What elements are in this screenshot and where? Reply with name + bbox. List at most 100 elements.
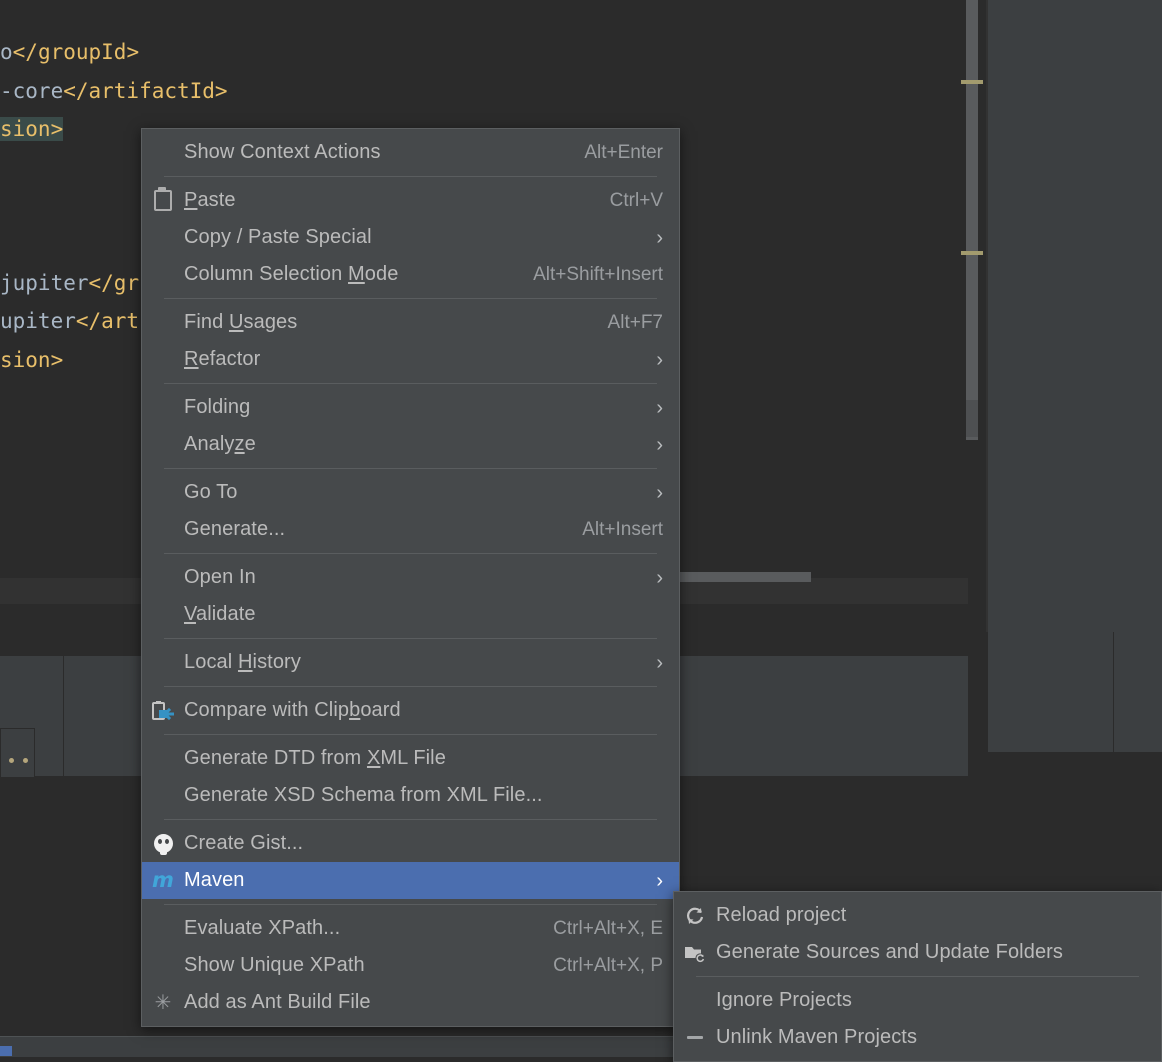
stripe-marker[interactable] xyxy=(961,251,983,255)
menu-separator xyxy=(164,638,657,639)
menu-separator xyxy=(164,734,657,735)
clipboard-icon xyxy=(142,182,184,219)
menu-item-shortcut: Alt+Shift+Insert xyxy=(533,263,663,285)
menu-item-compare-with-clipboard[interactable]: Compare with Clipboard xyxy=(142,692,679,729)
right-panel-row-2[interactable] xyxy=(988,692,1162,753)
menu-item-label: Unlink Maven Projects xyxy=(716,1026,918,1048)
menu-item-paste[interactable]: Paste Ctrl+V xyxy=(142,182,679,219)
code-line: sion> xyxy=(0,350,63,371)
menu-item-label: Go To xyxy=(184,481,238,503)
code-line: o</groupId> xyxy=(0,42,139,63)
menu-item-open-in[interactable]: Open In › xyxy=(142,559,679,596)
thumbnail-dot xyxy=(9,758,14,763)
no-icon xyxy=(142,426,184,463)
code-token: upiter xyxy=(0,309,76,333)
no-icon xyxy=(142,910,184,947)
menu-item-show-unique-xpath[interactable]: Show Unique XPath Ctrl+Alt+X, P xyxy=(142,947,679,984)
chevron-right-icon: › xyxy=(656,651,663,674)
menu-item-label: Show Context Actions xyxy=(184,141,381,163)
code-token: </art xyxy=(75,309,140,333)
menu-item-unlink-maven-projects[interactable]: Unlink Maven Projects xyxy=(674,1019,1161,1056)
thumbnail-dot xyxy=(23,758,28,763)
menu-item-label: Maven xyxy=(184,869,245,891)
chevron-right-icon: › xyxy=(656,869,663,892)
menu-item-label: Local History xyxy=(184,651,301,673)
menu-item-evaluate-xpath[interactable]: Evaluate XPath... Ctrl+Alt+X, E xyxy=(142,910,679,947)
right-tool-panel[interactable] xyxy=(988,0,1162,632)
panel-divider-vertical[interactable] xyxy=(986,0,988,632)
github-icon xyxy=(142,825,184,862)
menu-item-label: Copy / Paste Special xyxy=(184,226,372,248)
menu-item-go-to[interactable]: Go To › xyxy=(142,474,679,511)
editor-scrollbar-thumb-lower[interactable] xyxy=(966,400,978,437)
menu-item-local-history[interactable]: Local History › xyxy=(142,644,679,681)
no-icon xyxy=(142,219,184,256)
code-token: jupiter xyxy=(0,271,89,295)
menu-item-label: Paste xyxy=(184,189,236,211)
code-token: sion> xyxy=(0,117,64,141)
menu-item-label: Generate Sources and Update Folders xyxy=(716,941,1064,963)
menu-item-create-gist[interactable]: Create Gist... xyxy=(142,825,679,862)
code-token: </gr xyxy=(88,271,140,295)
column-separator xyxy=(63,656,64,776)
menu-item-analyze[interactable]: Analyze › xyxy=(142,426,679,463)
menu-item-folding[interactable]: Folding › xyxy=(142,389,679,426)
preview-thumbnail[interactable] xyxy=(0,728,35,778)
menu-item-validate[interactable]: Validate xyxy=(142,596,679,633)
menu-item-label: Create Gist... xyxy=(184,832,304,854)
menu-item-generate-sources-and-update-folders[interactable]: Generate Sources and Update Folders xyxy=(674,934,1161,971)
menu-item-label: Reload project xyxy=(716,904,847,926)
menu-item-find-usages[interactable]: Find Usages Alt+F7 xyxy=(142,304,679,341)
editor-scrollbar-thumb[interactable] xyxy=(966,0,978,440)
editor-context-menu[interactable]: Show Context Actions Alt+Enter Paste Ctrl+V… xyxy=(141,128,680,1027)
menu-item-show-context-actions[interactable]: Show Context Actions Alt+Enter xyxy=(142,134,679,171)
menu-item-maven[interactable]: m Maven › xyxy=(142,862,679,899)
compare-clipboard-icon xyxy=(142,692,184,729)
menu-item-column-selection-mode[interactable]: Column Selection Mode Alt+Shift+Insert xyxy=(142,256,679,293)
menu-item-generate-xsd-schema-from-xml-file[interactable]: Generate XSD Schema from XML File... xyxy=(142,777,679,814)
right-panel-row-1[interactable] xyxy=(988,632,1162,693)
no-icon xyxy=(142,947,184,984)
menu-item-shortcut: Alt+Enter xyxy=(584,141,663,163)
menu-item-label: Evaluate XPath... xyxy=(184,917,341,939)
code-line: upiter</art xyxy=(0,311,139,332)
menu-item-add-as-ant-build-file[interactable]: ✳ Add as Ant Build File xyxy=(142,984,679,1021)
menu-item-label: Analyze xyxy=(184,433,256,455)
code-token: sion> xyxy=(0,348,64,372)
menu-item-shortcut: Ctrl+V xyxy=(609,189,663,211)
menu-item-shortcut: Alt+Insert xyxy=(582,518,663,540)
chevron-right-icon: › xyxy=(656,433,663,456)
folder-refresh-icon xyxy=(674,934,716,971)
horizontal-scrollbar-thumb[interactable] xyxy=(680,572,811,582)
no-icon xyxy=(142,740,184,777)
chevron-right-icon: › xyxy=(656,566,663,589)
right-column-separator xyxy=(1113,632,1114,752)
menu-item-ignore-projects[interactable]: Ignore Projects xyxy=(674,982,1161,1019)
stripe-marker[interactable] xyxy=(961,80,983,84)
status-progress-chip xyxy=(0,1046,12,1056)
no-icon xyxy=(142,644,184,681)
maven-submenu[interactable]: Reload project Generate Sources and Updat… xyxy=(673,891,1162,1062)
ant-icon: ✳ xyxy=(154,991,172,1014)
menu-item-reload-project[interactable]: Reload project xyxy=(674,897,1161,934)
menu-separator xyxy=(164,468,657,469)
menu-item-label: Folding xyxy=(184,396,251,418)
menu-item-label: Open In xyxy=(184,566,256,588)
no-icon xyxy=(142,596,184,633)
menu-item-generate[interactable]: Generate... Alt+Insert xyxy=(142,511,679,548)
no-icon xyxy=(674,982,716,1019)
menu-item-generate-dtd-from-xml-file[interactable]: Generate DTD from XML File xyxy=(142,740,679,777)
menu-separator xyxy=(164,176,657,177)
menu-item-label: Add as Ant Build File xyxy=(184,991,371,1013)
maven-icon: m xyxy=(152,868,174,892)
code-token: -core xyxy=(0,79,64,103)
menu-item-refactor[interactable]: Refactor › xyxy=(142,341,679,378)
menu-item-label: Refactor xyxy=(184,348,261,370)
menu-item-copy-paste-special[interactable]: Copy / Paste Special › xyxy=(142,219,679,256)
menu-separator xyxy=(164,686,657,687)
code-line: -core</artifactId> xyxy=(0,81,228,102)
menu-item-label: Generate DTD from XML File xyxy=(184,747,446,769)
menu-item-label: Generate... xyxy=(184,518,286,540)
menu-item-label: Validate xyxy=(184,603,256,625)
chevron-right-icon: › xyxy=(656,396,663,419)
